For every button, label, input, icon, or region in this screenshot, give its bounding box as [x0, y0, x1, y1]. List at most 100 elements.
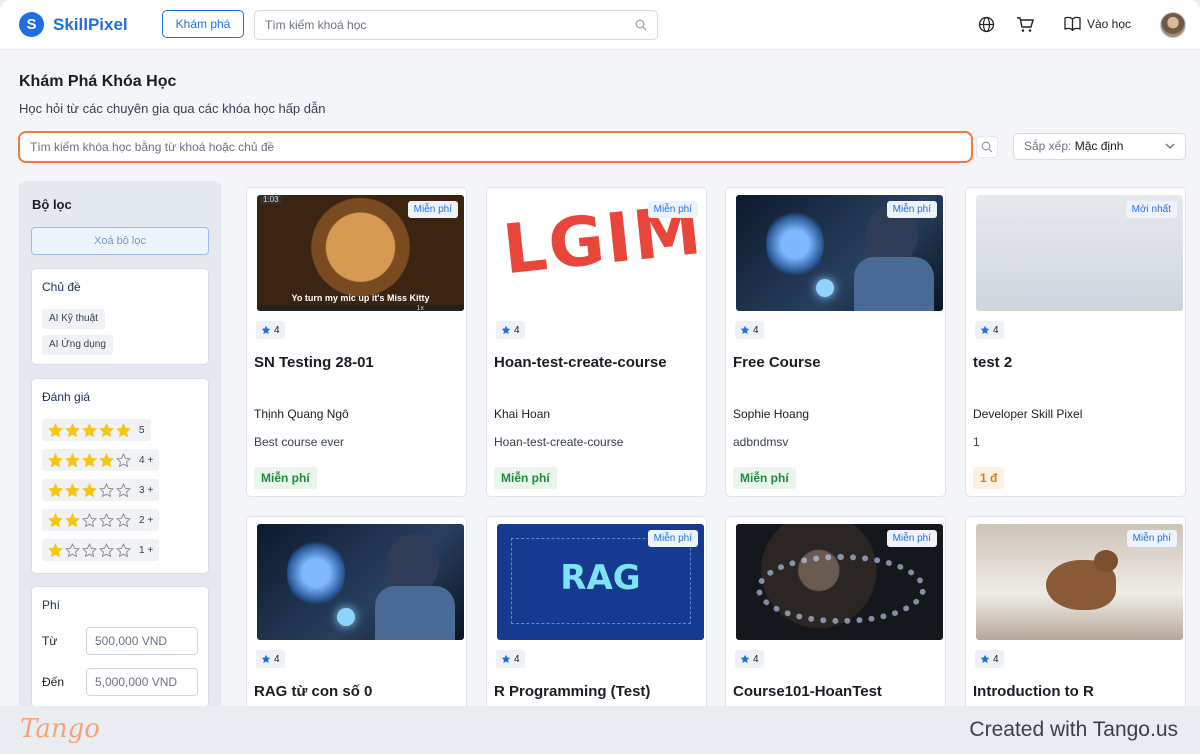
course-title[interactable]: Introduction to R [973, 683, 1094, 700]
topic-filter: Chủ đề AI Kỹ thuật AI Ứng dụng [31, 268, 209, 365]
course-card[interactable]: 4 RAG từ con số 0 [246, 516, 467, 706]
course-thumbnail[interactable]: RAG Miễn phí [497, 524, 704, 640]
course-search-input[interactable]: Tìm kiếm khóa học bằng từ khoá hoặc chủ … [18, 131, 973, 163]
course-rating: 4 [735, 321, 764, 339]
course-thumbnail[interactable]: Miễn phí [736, 524, 943, 640]
star-icon [980, 325, 990, 334]
course-price: Miễn phí [733, 467, 796, 489]
course-title[interactable]: Free Course [733, 354, 821, 371]
course-description: Hoan-test-create-course [494, 435, 624, 449]
star-icon [501, 325, 511, 334]
price-to-input[interactable]: 5,000,000 VND [86, 668, 198, 696]
search-submit-button[interactable] [976, 136, 998, 158]
rating-value: 4 [753, 653, 759, 665]
price-from-input[interactable]: 500,000 VND [86, 627, 198, 655]
rating-option-label: 2 + [139, 514, 154, 526]
rating-value: 4 [274, 324, 280, 336]
topic-chip[interactable]: AI Ứng dụng [42, 335, 113, 355]
price-filter-title: Phí [42, 598, 61, 612]
star-icon [501, 654, 511, 663]
course-author: Thịnh Quang Ngô [254, 407, 349, 421]
globe-icon[interactable] [978, 16, 995, 33]
star-icon [980, 654, 990, 663]
course-title[interactable]: SN Testing 28-01 [254, 354, 374, 371]
rating-value: 4 [993, 324, 999, 336]
rating-option-label: 1 + [139, 544, 154, 556]
chevron-down-icon [1165, 143, 1175, 149]
search-icon[interactable] [635, 19, 647, 31]
video-time: 1:03 [261, 195, 281, 204]
course-card[interactable]: Miễn phí 4 Free Course Sophie Hoang adbndmsv… [725, 187, 946, 497]
course-rating: 4 [256, 321, 285, 339]
topic-chip[interactable]: AI Kỹ thuật [42, 309, 105, 329]
rating-value: 4 [753, 324, 759, 336]
header-search-placeholder: Tìm kiếm khoá học [265, 18, 367, 32]
rating-value: 4 [514, 653, 520, 665]
course-description: Best course ever [254, 435, 345, 449]
star-icon [261, 654, 271, 663]
course-card[interactable]: Miễn phí 4 Course101-HoanTest [725, 516, 946, 706]
course-title[interactable]: R Programming (Test) [494, 683, 650, 700]
course-search-placeholder: Tìm kiếm khóa học bằng từ khoá hoặc chủ … [30, 140, 275, 154]
course-thumbnail[interactable]: LGIM Miễn phí [497, 195, 704, 311]
course-card[interactable]: RAG Miễn phí 4 R Programming (Test) [486, 516, 707, 706]
course-description: 1 [973, 435, 980, 449]
clear-filters-button[interactable]: Xoá bộ lọc [31, 227, 209, 255]
course-rating: 4 [496, 650, 525, 668]
rating-value: 4 [274, 653, 280, 665]
filter-sidebar: Bộ lọc Xoá bộ lọc Chủ đề AI Kỹ thuật AI … [19, 181, 221, 706]
topic-filter-title: Chủ đề [42, 280, 81, 294]
rating-option[interactable]: 2 + [42, 509, 160, 531]
course-card[interactable]: Miễn phí 4 Introduction to R [965, 516, 1186, 706]
course-badge: Miễn phí [886, 530, 937, 547]
star-icon [261, 325, 271, 334]
star-icon [48, 422, 131, 438]
star-icon [740, 654, 750, 663]
explore-button[interactable]: Khám phá [162, 10, 244, 38]
rating-option[interactable]: 3 + [42, 479, 160, 501]
course-thumbnail[interactable] [257, 524, 464, 640]
course-badge: Mới nhất [1125, 201, 1177, 218]
sort-select[interactable]: Sắp xếp: Mặc định [1013, 133, 1186, 160]
course-badge: Miễn phí [1126, 530, 1177, 547]
rating-value: 4 [514, 324, 520, 336]
rating-option[interactable]: 4 + [42, 449, 160, 471]
course-thumbnail[interactable]: Miễn phí [976, 524, 1183, 640]
course-thumbnail[interactable]: Mới nhất [976, 195, 1183, 311]
cart-icon[interactable] [1016, 16, 1034, 33]
course-thumbnail[interactable]: Miễn phí [736, 195, 943, 311]
course-title[interactable]: RAG từ con số 0 [254, 683, 372, 700]
course-description: adbndmsv [733, 435, 789, 449]
course-badge: Miễn phí [647, 530, 698, 547]
course-card[interactable]: Mới nhất 4 test 2 Developer Skill Pixel 1 1 đ [965, 187, 1186, 497]
video-speed: 1x [416, 305, 424, 311]
price-from-label: Từ [42, 634, 58, 648]
search-icon [981, 141, 993, 153]
rating-filter: Đánh giá 5 4 + 3 + 2 + 1 + [31, 378, 209, 574]
course-rating: 4 [975, 321, 1004, 339]
header-search-input[interactable]: Tìm kiếm khoá học [254, 10, 658, 40]
book-icon [1064, 16, 1081, 31]
course-card[interactable]: 1:03 Yo turn my mic up it's Miss Kitty 1x M… [246, 187, 467, 497]
price-filter: Phí Từ 500,000 VND Đến 5,000,000 VND [31, 586, 209, 706]
course-price: Miễn phí [494, 467, 557, 489]
video-caption: Yo turn my mic up it's Miss Kitty [291, 293, 430, 303]
course-title[interactable]: Hoan-test-create-course [494, 354, 667, 371]
rating-option-label: 3 + [139, 484, 154, 496]
course-title[interactable]: Course101-HoanTest [733, 683, 882, 700]
course-card[interactable]: LGIM Miễn phí 4 Hoan-test-create-course Khai… [486, 187, 707, 497]
course-author: Sophie Hoang [733, 407, 810, 421]
user-avatar[interactable] [1160, 12, 1186, 38]
rating-value: 4 [993, 653, 999, 665]
rating-option[interactable]: 1 + [42, 539, 160, 561]
rating-option-label: 4 + [139, 454, 154, 466]
rating-filter-title: Đánh giá [42, 390, 91, 404]
course-author: Developer Skill Pixel [973, 407, 1083, 421]
course-thumbnail[interactable]: 1:03 Yo turn my mic up it's Miss Kitty 1x M… [257, 195, 464, 311]
rating-option[interactable]: 5 [42, 419, 151, 441]
course-title[interactable]: test 2 [973, 354, 1012, 371]
enter-learning-button[interactable]: Vào học [1064, 16, 1131, 31]
star-icon [48, 512, 131, 528]
brand-logo[interactable]: SkillPixel [19, 12, 128, 37]
course-price: Miễn phí [254, 467, 317, 489]
